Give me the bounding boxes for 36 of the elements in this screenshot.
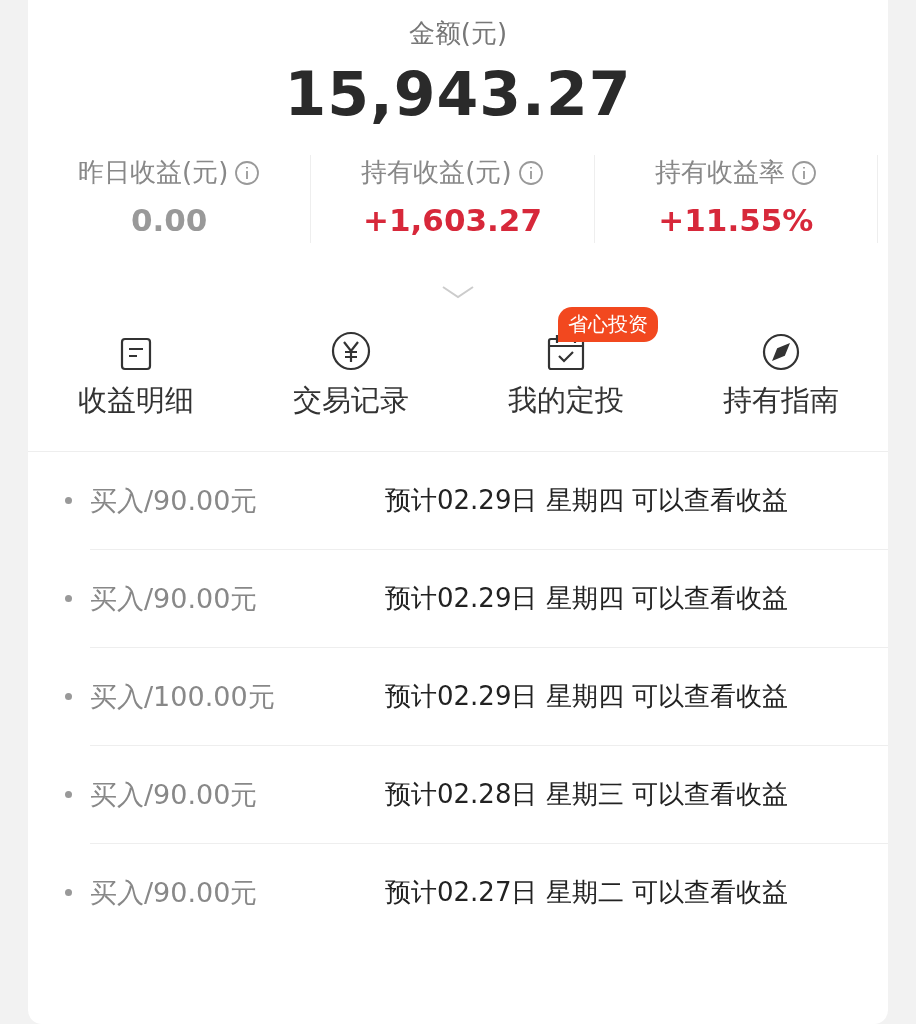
bullet-dot <box>65 693 72 700</box>
calendar-check-icon <box>546 333 585 371</box>
earnings-date-note: 预计02.27日 星期二 可以查看收益 <box>385 876 788 909</box>
purchase-amount: 买入/90.00元 <box>90 777 259 812</box>
purchase-amount: 买入/100.00元 <box>90 679 276 714</box>
purchase-amount: 买入/90.00元 <box>90 483 259 518</box>
document-icon <box>118 337 153 371</box>
stat-label: 持有收益率 <box>654 156 785 189</box>
promo-badge: 省心投资 <box>557 307 658 342</box>
bullet-dot <box>65 889 72 896</box>
shortcut-button[interactable]: 持有指南 <box>722 381 839 421</box>
shortcut-button[interactable]: 我的定投 <box>507 381 624 421</box>
total-amount: 15,943.27 <box>284 59 632 129</box>
earnings-date-note: 预计02.29日 星期四 可以查看收益 <box>385 582 788 615</box>
stat-value: +11.55% <box>658 202 814 238</box>
info-icon[interactable] <box>517 159 544 186</box>
stat-value: 0.00 <box>130 202 208 238</box>
earnings-date-note: 预计02.28日 星期三 可以查看收益 <box>385 778 788 811</box>
stat-label: 持有收益(元) <box>361 156 512 189</box>
stat-label: 昨日收益(元) <box>78 156 229 189</box>
stat-value: +1,603.27 <box>363 202 542 238</box>
bullet-dot <box>65 791 72 798</box>
amount-label: 金额(元) <box>408 17 508 50</box>
bullet-dot <box>65 497 72 504</box>
compass-icon <box>761 333 800 371</box>
chevron-down-icon[interactable] <box>441 285 475 299</box>
purchase-amount: 买入/90.00元 <box>90 581 259 616</box>
purchase-amount: 买入/90.00元 <box>90 875 259 910</box>
shortcut-button[interactable]: 收益明细 <box>77 381 194 421</box>
bullet-dot <box>65 595 72 602</box>
info-icon[interactable] <box>234 159 261 186</box>
yen-icon <box>330 331 371 371</box>
shortcut-button[interactable]: 交易记录 <box>292 381 409 421</box>
earnings-date-note: 预计02.29日 星期四 可以查看收益 <box>385 484 788 517</box>
info-icon[interactable] <box>790 159 817 186</box>
earnings-date-note: 预计02.29日 星期四 可以查看收益 <box>385 680 788 713</box>
